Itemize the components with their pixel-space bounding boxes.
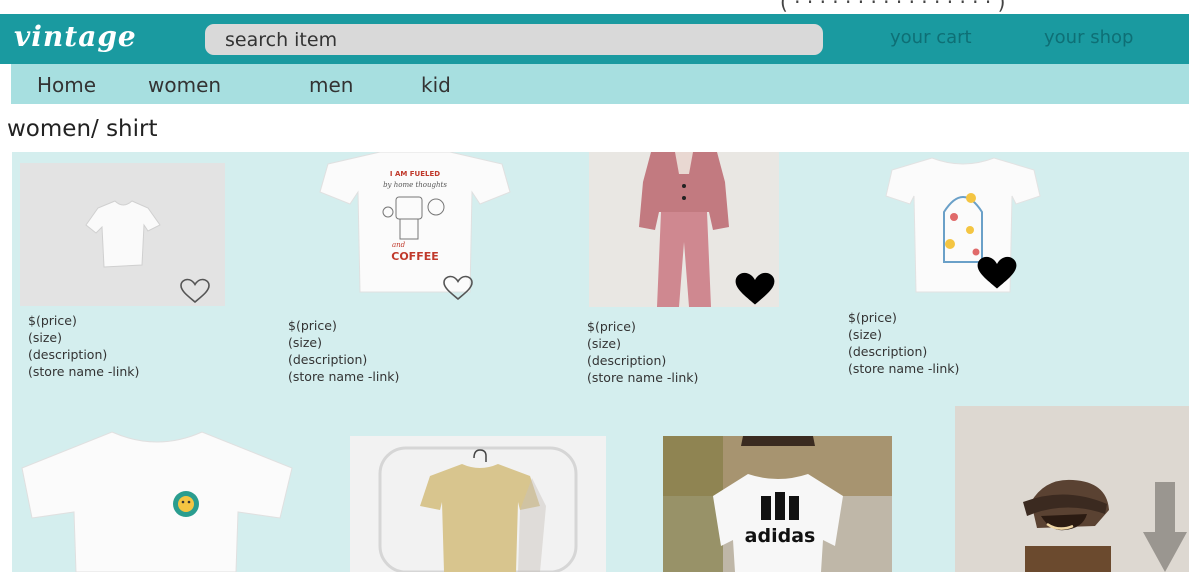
- product-grid: $(price) (size) (description) (store nam…: [12, 152, 1189, 572]
- your-shop-link[interactable]: your shop: [1044, 27, 1133, 48]
- top-header: vintage your cart your shop: [0, 14, 1189, 64]
- product-size: (size): [587, 336, 621, 351]
- product-image[interactable]: [350, 436, 606, 572]
- store-link[interactable]: (store name -link): [288, 368, 399, 385]
- product-info: $(price) (size) (description) (store nam…: [288, 317, 399, 385]
- product-image[interactable]: I AM FUELED by home thoughts and COFFEE: [310, 152, 520, 297]
- menu-item-men[interactable]: men: [309, 73, 353, 97]
- heart-outline-icon[interactable]: [178, 277, 212, 305]
- menu-item-kid[interactable]: kid: [421, 73, 451, 97]
- search-input[interactable]: [205, 24, 823, 55]
- product-image[interactable]: [878, 152, 1048, 297]
- product-info: $(price) (size) (description) (store nam…: [587, 318, 698, 386]
- logo[interactable]: vintage: [14, 20, 137, 53]
- product-info: $(price) (size) (description) (store nam…: [848, 309, 959, 377]
- product-image[interactable]: adidas: [663, 436, 892, 572]
- category-menu: Home women men kid: [11, 64, 1189, 104]
- print-line-4: COFFEE: [391, 250, 438, 263]
- scroll-down-arrow-icon[interactable]: [1143, 482, 1187, 572]
- adidas-print: adidas: [745, 525, 816, 547]
- your-cart-link[interactable]: your cart: [890, 27, 972, 48]
- product-image[interactable]: [12, 428, 302, 572]
- product-description: (description): [848, 344, 928, 359]
- product-size: (size): [848, 327, 882, 342]
- product-price: $(price): [848, 310, 897, 325]
- menu-item-women[interactable]: women: [148, 73, 221, 97]
- product-description: (description): [288, 352, 368, 367]
- product-info: $(price) (size) (description) (store nam…: [28, 312, 139, 380]
- breadcrumb: women/ shirt: [7, 116, 158, 142]
- heart-outline-icon[interactable]: [441, 274, 475, 302]
- store-link[interactable]: (store name -link): [28, 363, 139, 380]
- store-link[interactable]: (store name -link): [587, 369, 698, 386]
- print-line-3: and: [392, 241, 406, 249]
- clipped-top-text: ( · · · · · · · · · · · · · · · · ): [780, 0, 1006, 12]
- product-price: $(price): [587, 319, 636, 334]
- store-link[interactable]: (store name -link): [848, 360, 959, 377]
- product-size: (size): [288, 335, 322, 350]
- heart-filled-icon[interactable]: [733, 270, 777, 308]
- product-size: (size): [28, 330, 62, 345]
- product-price: $(price): [288, 318, 337, 333]
- product-description: (description): [587, 353, 667, 368]
- product-price: $(price): [28, 313, 77, 328]
- heart-filled-icon[interactable]: [975, 254, 1019, 292]
- menu-item-home[interactable]: Home: [37, 73, 96, 97]
- print-line-1: I AM FUELED: [390, 170, 440, 178]
- print-line-2: by home thoughts: [383, 181, 447, 189]
- product-description: (description): [28, 347, 108, 362]
